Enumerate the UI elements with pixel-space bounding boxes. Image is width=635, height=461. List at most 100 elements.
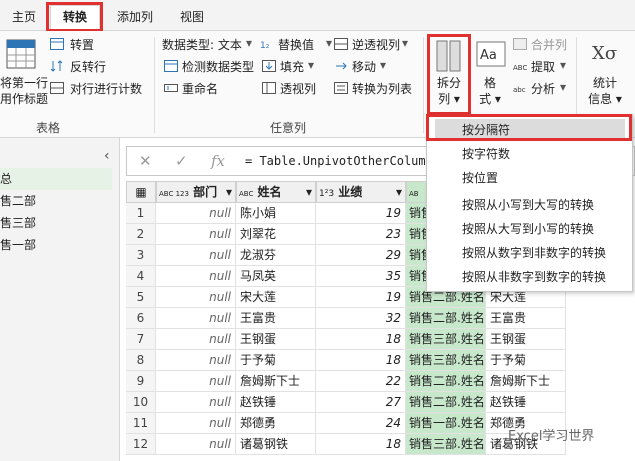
cell-value[interactable]: 詹姆斯下士 [486,371,566,392]
cell-performance[interactable]: 32 [316,308,406,329]
row-number[interactable]: 8 [126,350,156,371]
reverse-rows-button[interactable]: 反转行 [70,58,106,75]
cell-performance[interactable]: 27 [316,392,406,413]
cell-dept[interactable]: null [156,203,236,224]
cell-performance[interactable]: 18 [316,329,406,350]
cell-name[interactable]: 龙淑芬 [236,245,316,266]
cell-attribute[interactable]: 销售二部.姓名 [406,308,486,329]
cell-value[interactable]: 王钢蛋 [486,329,566,350]
cell-name[interactable]: 陈小娟 [236,203,316,224]
cell-dept[interactable]: null [156,266,236,287]
formula-input[interactable]: = Table.UnpivotOtherColumns [245,154,440,168]
column-header-performance[interactable]: 1²3 业绩 ▾ [316,181,406,203]
split-digit-to-nondigit-item[interactable]: 按照从数字到非数字的转换 [435,242,625,264]
tab-transform[interactable]: 转换 [50,5,100,31]
cell-performance[interactable]: 18 [316,434,406,455]
cell-attribute[interactable]: 销售二部.姓名 [406,392,486,413]
cell-value[interactable]: 王富贵 [486,308,566,329]
split-by-positions-item[interactable]: 按位置 [435,167,625,189]
select-all-icon[interactable]: ▦ [126,181,156,203]
row-number[interactable]: 7 [126,329,156,350]
row-number[interactable]: 2 [126,224,156,245]
cell-performance[interactable]: 19 [316,287,406,308]
cell-dept[interactable]: null [156,413,236,434]
row-number[interactable]: 6 [126,308,156,329]
cell-name[interactable]: 马凤英 [236,266,316,287]
cell-dept[interactable]: null [156,287,236,308]
count-rows-button[interactable]: 对行进行计数 [70,80,142,97]
cell-dept[interactable]: null [156,224,236,245]
use-first-row-as-headers-button[interactable]: 将第一行 用作标题 [0,75,48,107]
cell-name[interactable]: 王富贵 [236,308,316,329]
cell-performance[interactable]: 22 [316,371,406,392]
row-number[interactable]: 10 [126,392,156,413]
tab-add-column[interactable]: 添加列 [112,6,158,28]
filter-dropdown-icon[interactable]: ▾ [396,182,402,202]
query-item[interactable]: 售二部 [0,190,112,212]
cell-performance[interactable]: 24 [316,413,406,434]
cell-dept[interactable]: null [156,434,236,455]
cell-dept[interactable]: null [156,245,236,266]
split-upper-to-lower-item[interactable]: 按照从大写到小写的转换 [435,218,625,240]
cell-attribute[interactable]: 销售二部.姓名 [406,371,486,392]
merge-columns-button[interactable]: 合并列 [531,36,567,53]
extract-button[interactable]: 提取 [531,58,555,75]
transpose-button[interactable]: 转置 [70,36,94,53]
split-nondigit-to-digit-item[interactable]: 按照从非数字到数字的转换 [435,266,625,288]
parse-button[interactable]: 分析 [531,80,555,97]
fx-icon[interactable]: fx [211,152,225,170]
split-column-button[interactable]: 拆分 列 ▾ [432,75,466,107]
cell-performance[interactable]: 23 [316,224,406,245]
split-by-number-of-characters-item[interactable]: 按字符数 [435,143,625,165]
cell-attribute[interactable]: 销售三部.姓名 [406,350,486,371]
split-by-delimiter-item[interactable]: 按分隔符 [435,119,625,141]
query-item[interactable]: 售一部 [0,234,112,256]
row-number[interactable]: 3 [126,245,156,266]
cell-attribute[interactable]: 销售一部.姓名 [406,413,486,434]
cell-value[interactable]: 赵铁锤 [486,392,566,413]
unpivot-columns-button[interactable]: 逆透视列 [352,36,400,53]
row-number[interactable]: 12 [126,434,156,455]
cell-name[interactable]: 王钢蛋 [236,329,316,350]
cell-performance[interactable]: 19 [316,203,406,224]
cell-dept[interactable]: null [156,329,236,350]
cell-name[interactable]: 诸葛钢铁 [236,434,316,455]
cell-name[interactable]: 詹姆斯下士 [236,371,316,392]
cell-attribute[interactable]: 销售三部.姓名 [406,434,486,455]
cancel-formula-icon[interactable]: ✕ [139,152,152,170]
cell-name[interactable]: 宋大莲 [236,287,316,308]
row-number[interactable]: 4 [126,266,156,287]
filter-dropdown-icon[interactable]: ▾ [306,182,312,202]
format-button[interactable]: 格 式 ▾ [478,75,502,107]
filter-dropdown-icon[interactable]: ▾ [226,182,232,202]
convert-to-list-button[interactable]: 转换为列表 [352,80,412,97]
query-item[interactable]: 售三部 [0,212,112,234]
fill-button[interactable]: 填充 [280,58,304,75]
cell-name[interactable]: 赵铁锤 [236,392,316,413]
cell-name[interactable]: 刘翠花 [236,224,316,245]
cell-dept[interactable]: null [156,350,236,371]
pivot-column-button[interactable]: 透视列 [280,80,316,97]
cell-dept[interactable]: null [156,308,236,329]
column-header-name[interactable]: ABC 姓名 ▾ [236,181,316,203]
column-header-dept[interactable]: ABC 123 部门 ▾ [156,181,236,203]
data-type-dropdown[interactable]: 数据类型: 文本 [162,36,242,53]
row-number[interactable]: 11 [126,413,156,434]
cell-value[interactable]: 于予菊 [486,350,566,371]
cell-name[interactable]: 郑德勇 [236,413,316,434]
cell-dept[interactable]: null [156,371,236,392]
move-button[interactable]: 移动 [352,58,376,75]
cell-attribute[interactable]: 销售三部.姓名 [406,329,486,350]
collapse-pane-icon[interactable]: ‹ [104,148,110,164]
cell-performance[interactable]: 29 [316,245,406,266]
cell-dept[interactable]: null [156,392,236,413]
tab-home[interactable]: 主页 [8,6,40,28]
cell-performance[interactable]: 18 [316,350,406,371]
detect-data-type-button[interactable]: 检测数据类型 [182,58,254,75]
row-number[interactable]: 9 [126,371,156,392]
cell-name[interactable]: 于予菊 [236,350,316,371]
rename-button[interactable]: 重命名 [182,80,218,97]
confirm-formula-icon[interactable]: ✓ [175,152,188,170]
row-number[interactable]: 1 [126,203,156,224]
replace-values-button[interactable]: 替换值 [278,36,314,53]
